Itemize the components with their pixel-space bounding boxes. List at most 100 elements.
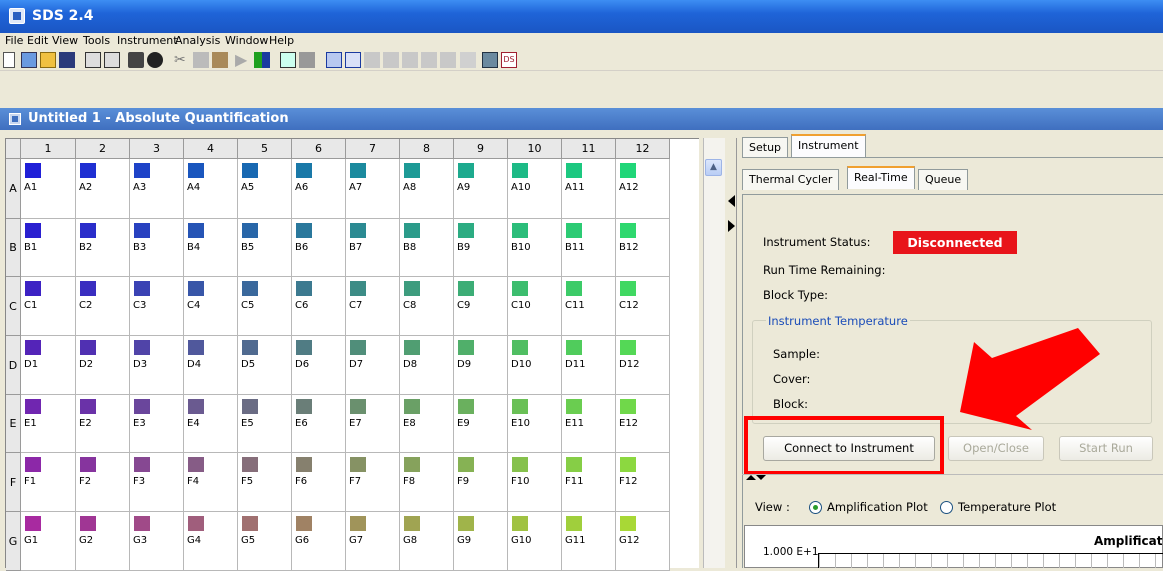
print-icon[interactable]: [128, 52, 144, 68]
well[interactable]: A4: [184, 159, 238, 219]
well[interactable]: B9: [454, 219, 508, 277]
column-header-8[interactable]: 8: [400, 139, 454, 159]
well[interactable]: C2: [76, 277, 130, 336]
results-icon-3[interactable]: [402, 52, 418, 68]
tab-real-time[interactable]: Real-Time: [847, 166, 915, 189]
row-header-E[interactable]: E: [6, 395, 21, 453]
row-header-D[interactable]: D: [6, 336, 21, 395]
report-icon[interactable]: [299, 52, 315, 68]
well[interactable]: E10: [508, 395, 562, 453]
well[interactable]: G8: [400, 512, 454, 571]
plate-scrollbar[interactable]: [703, 138, 725, 568]
plate-view-icon[interactable]: [326, 52, 342, 68]
well[interactable]: D7: [346, 336, 400, 395]
column-header-7[interactable]: 7: [346, 139, 400, 159]
start-run-button[interactable]: Start Run: [1059, 436, 1153, 461]
well[interactable]: E1: [21, 395, 76, 453]
tab-instrument[interactable]: Instrument: [791, 134, 866, 157]
well[interactable]: E7: [346, 395, 400, 453]
well[interactable]: C11: [562, 277, 616, 336]
well[interactable]: G9: [454, 512, 508, 571]
well[interactable]: E5: [238, 395, 292, 453]
well[interactable]: B5: [238, 219, 292, 277]
import-icon[interactable]: [85, 52, 101, 68]
well[interactable]: G3: [130, 512, 184, 571]
tab-thermal-cycler[interactable]: Thermal Cycler: [742, 169, 840, 190]
results-icon-5[interactable]: [440, 52, 456, 68]
well[interactable]: E4: [184, 395, 238, 453]
well[interactable]: D11: [562, 336, 616, 395]
well[interactable]: D6: [292, 336, 346, 395]
well[interactable]: F2: [76, 453, 130, 512]
well[interactable]: C4: [184, 277, 238, 336]
split-divider[interactable]: [727, 138, 737, 568]
well[interactable]: G7: [346, 512, 400, 571]
results-icon-4[interactable]: [421, 52, 437, 68]
well[interactable]: F11: [562, 453, 616, 512]
row-header-G[interactable]: G: [6, 512, 21, 571]
well[interactable]: F9: [454, 453, 508, 512]
well[interactable]: B1: [21, 219, 76, 277]
well[interactable]: A7: [346, 159, 400, 219]
copy-icon[interactable]: [193, 52, 209, 68]
well[interactable]: D10: [508, 336, 562, 395]
well[interactable]: C7: [346, 277, 400, 336]
temperature-plot-radio[interactable]: [940, 501, 953, 514]
menu-instrument[interactable]: Instrument: [117, 34, 178, 47]
well[interactable]: A11: [562, 159, 616, 219]
well[interactable]: C9: [454, 277, 508, 336]
well[interactable]: G6: [292, 512, 346, 571]
well[interactable]: G10: [508, 512, 562, 571]
column-header-4[interactable]: 4: [184, 139, 238, 159]
run-step-icon[interactable]: [254, 52, 270, 68]
well[interactable]: B11: [562, 219, 616, 277]
row-header-F[interactable]: F: [6, 453, 21, 512]
well[interactable]: D4: [184, 336, 238, 395]
well[interactable]: A9: [454, 159, 508, 219]
well[interactable]: D9: [454, 336, 508, 395]
save-icon[interactable]: [59, 52, 75, 68]
well[interactable]: B6: [292, 219, 346, 277]
temperature-plot-label[interactable]: Temperature Plot: [958, 500, 1056, 514]
column-header-5[interactable]: 5: [238, 139, 292, 159]
well[interactable]: C5: [238, 277, 292, 336]
well[interactable]: F12: [616, 453, 670, 512]
well[interactable]: B12: [616, 219, 670, 277]
well[interactable]: F5: [238, 453, 292, 512]
well[interactable]: C3: [130, 277, 184, 336]
column-header-11[interactable]: 11: [562, 139, 616, 159]
row-header-A[interactable]: A: [6, 159, 21, 219]
well[interactable]: E2: [76, 395, 130, 453]
results-icon-2[interactable]: [383, 52, 399, 68]
well[interactable]: G5: [238, 512, 292, 571]
expand-down-icon[interactable]: [756, 475, 766, 480]
well[interactable]: B8: [400, 219, 454, 277]
zoom-plate-icon[interactable]: [482, 52, 498, 68]
well[interactable]: B3: [130, 219, 184, 277]
well[interactable]: B10: [508, 219, 562, 277]
well[interactable]: B2: [76, 219, 130, 277]
collapse-left-icon[interactable]: [728, 195, 735, 207]
ds-icon[interactable]: DS: [501, 52, 517, 68]
new-from-template-icon[interactable]: [21, 52, 37, 68]
menu-edit[interactable]: Edit: [27, 34, 48, 47]
well[interactable]: C8: [400, 277, 454, 336]
open-close-button[interactable]: Open/Close: [948, 436, 1044, 461]
well[interactable]: E6: [292, 395, 346, 453]
column-header-10[interactable]: 10: [508, 139, 562, 159]
well[interactable]: E12: [616, 395, 670, 453]
well[interactable]: B4: [184, 219, 238, 277]
well[interactable]: D8: [400, 336, 454, 395]
play-icon[interactable]: ▶: [235, 52, 251, 68]
well[interactable]: A5: [238, 159, 292, 219]
well[interactable]: F6: [292, 453, 346, 512]
well[interactable]: A6: [292, 159, 346, 219]
well[interactable]: A1: [21, 159, 76, 219]
find-binoculars-icon[interactable]: [147, 52, 163, 68]
paste-icon[interactable]: [212, 52, 228, 68]
column-header-9[interactable]: 9: [454, 139, 508, 159]
well[interactable]: G1: [21, 512, 76, 571]
menu-analysis[interactable]: Analysis: [175, 34, 220, 47]
menu-help[interactable]: Help: [269, 34, 294, 47]
well[interactable]: E9: [454, 395, 508, 453]
